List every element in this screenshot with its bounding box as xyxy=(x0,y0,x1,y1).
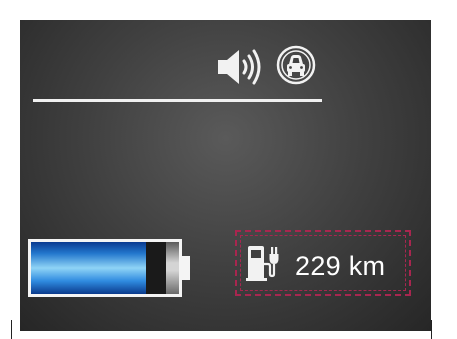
frame-line-right xyxy=(431,320,432,339)
speaker-volume-icon xyxy=(218,49,261,85)
battery-body xyxy=(28,239,182,297)
battery-empty-segment xyxy=(166,242,179,294)
ev-charging-station-icon xyxy=(246,246,279,281)
battery-charge-fill xyxy=(31,242,146,294)
instrument-display: 229 km xyxy=(20,20,431,331)
page: 229 km xyxy=(0,0,457,339)
frame-line-left xyxy=(11,320,12,339)
battery-gauge xyxy=(28,239,190,297)
car-front-icon xyxy=(276,45,316,85)
divider-line xyxy=(33,99,322,102)
range-value: 229 km xyxy=(295,251,386,281)
battery-terminal xyxy=(182,256,190,280)
